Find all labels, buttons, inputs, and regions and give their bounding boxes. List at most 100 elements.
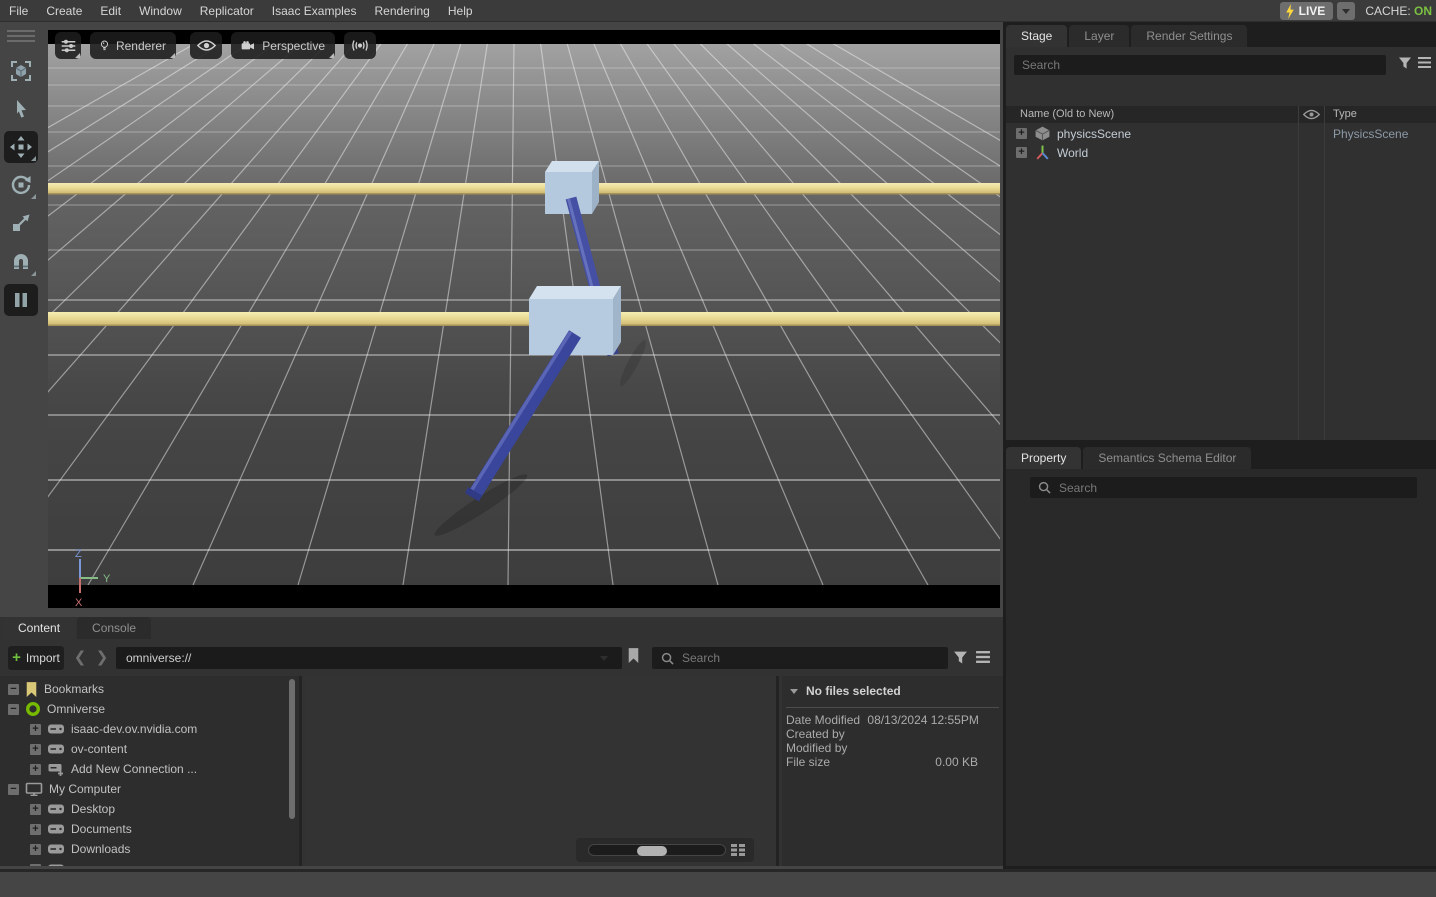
path-dropdown-icon[interactable]: [600, 656, 608, 661]
tree-item-isaac-dev[interactable]: + isaac-dev.ov.nvidia.com: [30, 719, 197, 739]
menu-window[interactable]: Window: [130, 0, 191, 22]
import-button[interactable]: + Import: [8, 646, 64, 670]
property-search-input[interactable]: [1051, 481, 1417, 495]
stage-filter-button[interactable]: [1398, 56, 1412, 70]
bookmark-button[interactable]: [627, 647, 640, 664]
tab-layer[interactable]: Layer: [1069, 25, 1129, 47]
divider: [786, 707, 999, 708]
content-filter-button[interactable]: [953, 650, 968, 665]
grid-view-icon[interactable]: [730, 843, 746, 857]
detail-file-size: File size 0.00 KB: [786, 755, 999, 769]
select-tool-button[interactable]: [4, 93, 38, 125]
menu-help[interactable]: Help: [439, 0, 482, 22]
selection-mode-button[interactable]: [4, 55, 38, 87]
menu-edit[interactable]: Edit: [91, 0, 130, 22]
collapse-icon[interactable]: −: [8, 704, 19, 715]
tab-render-settings[interactable]: Render Settings: [1131, 25, 1247, 47]
file-listing-pane[interactable]: [305, 676, 779, 866]
axis-y-label: Y: [103, 573, 111, 585]
toolbar-grip-icon[interactable]: [7, 30, 35, 42]
move-tool-button[interactable]: [4, 131, 38, 163]
stage-search-input[interactable]: [1014, 58, 1386, 72]
expand-icon[interactable]: +: [1016, 147, 1027, 158]
pause-icon: [10, 289, 32, 311]
zoom-slider[interactable]: [588, 844, 726, 856]
stage-row-physics-scene[interactable]: + physicsScene PhysicsScene: [1006, 124, 1436, 143]
tree-item-omniverse[interactable]: − Omniverse: [8, 699, 105, 719]
tree-item-ov-content[interactable]: + ov-content: [30, 739, 127, 759]
expand-icon[interactable]: +: [30, 724, 41, 735]
tree-item-label: Omniverse: [47, 702, 105, 716]
thumbnail-zoom-bar: [576, 838, 754, 862]
menu-rendering[interactable]: Rendering: [365, 0, 438, 22]
tab-stage[interactable]: Stage: [1006, 25, 1067, 47]
forward-button[interactable]: ❯: [92, 648, 112, 668]
back-button[interactable]: ❮: [70, 648, 90, 668]
viewport-settings-button[interactable]: [55, 32, 81, 59]
select-box-icon: [9, 59, 33, 83]
menu-replicator[interactable]: Replicator: [191, 0, 263, 22]
tab-console[interactable]: Console: [77, 617, 151, 639]
axis-x-label: X: [75, 597, 83, 608]
bookmark-icon: [627, 647, 640, 664]
omniverse-icon: [25, 701, 41, 717]
rotate-tool-button[interactable]: [4, 169, 38, 201]
expand-icon[interactable]: +: [30, 844, 41, 855]
renderer-menu-button[interactable]: Renderer: [90, 32, 176, 59]
details-collapse-header[interactable]: No files selected: [790, 684, 901, 698]
tree-item-my-computer[interactable]: − My Computer: [8, 779, 121, 799]
eye-icon: [197, 39, 216, 52]
tree-item-clipped[interactable]: −: [30, 859, 65, 866]
live-dropdown-button[interactable]: [1337, 2, 1355, 20]
collapse-icon[interactable]: −: [8, 784, 19, 795]
live-button[interactable]: LIVE: [1280, 2, 1334, 20]
zoom-slider-handle[interactable]: [637, 846, 667, 856]
content-browser: Content Console + Import ❮ ❯: [0, 617, 1003, 866]
cache-label: CACHE:: [1365, 4, 1410, 18]
column-name[interactable]: Name (Old to New): [1020, 108, 1114, 120]
xform-axis-icon: [1034, 144, 1051, 161]
snap-tool-button[interactable]: [4, 246, 38, 278]
viewport-scene[interactable]: Z Y X: [48, 30, 1000, 608]
camera-menu-button[interactable]: Perspective: [231, 32, 335, 59]
content-options-button[interactable]: [975, 650, 991, 664]
menu-create[interactable]: Create: [37, 0, 91, 22]
column-type[interactable]: Type: [1333, 108, 1357, 120]
drive-icon: [47, 862, 65, 866]
tree-item-documents[interactable]: + Documents: [30, 819, 132, 839]
expand-icon[interactable]: +: [30, 744, 41, 755]
menu-isaac-examples[interactable]: Isaac Examples: [263, 0, 366, 22]
waypoint-audio-button[interactable]: [344, 32, 376, 59]
tree-item-add-new-connection[interactable]: + Add New Connection ...: [30, 759, 197, 779]
stage-options-button[interactable]: [1417, 56, 1432, 69]
tree-item-bookmarks[interactable]: − Bookmarks: [8, 679, 104, 699]
visibility-column-icon[interactable]: [1303, 109, 1320, 120]
content-search-input[interactable]: [674, 651, 948, 665]
pause-button[interactable]: [4, 284, 38, 316]
tree-scrollbar[interactable]: [289, 679, 295, 819]
collapse-icon[interactable]: −: [8, 684, 19, 695]
tab-semantics-schema-editor[interactable]: Semantics Schema Editor: [1083, 447, 1251, 469]
axis-z-label: Z: [75, 548, 82, 560]
stage-row-world[interactable]: + World: [1006, 143, 1436, 162]
field-value: 08/13/2024 12:55PM: [867, 713, 978, 727]
expand-icon[interactable]: +: [1016, 128, 1027, 139]
expand-icon[interactable]: +: [30, 804, 41, 815]
tree-item-desktop[interactable]: + Desktop: [30, 799, 115, 819]
drive-icon: [47, 822, 65, 836]
expand-icon[interactable]: +: [30, 764, 41, 775]
stage-tabbar: Stage Layer Render Settings: [1006, 25, 1436, 47]
prim-name: physicsScene: [1057, 127, 1131, 141]
menu-file[interactable]: File: [0, 0, 37, 22]
tab-property[interactable]: Property: [1006, 447, 1081, 469]
hamburger-icon: [975, 650, 991, 664]
expand-icon[interactable]: −: [30, 864, 41, 867]
property-tabbar: Property Semantics Schema Editor: [1006, 447, 1436, 469]
scale-tool-button[interactable]: [4, 207, 38, 239]
path-input[interactable]: [116, 651, 622, 665]
expand-icon[interactable]: +: [30, 824, 41, 835]
viewport: Z Y X Renderer Perspective: [48, 30, 1000, 608]
visibility-menu-button[interactable]: [190, 32, 222, 59]
tree-item-downloads[interactable]: + Downloads: [30, 839, 130, 859]
tab-content[interactable]: Content: [3, 617, 75, 639]
